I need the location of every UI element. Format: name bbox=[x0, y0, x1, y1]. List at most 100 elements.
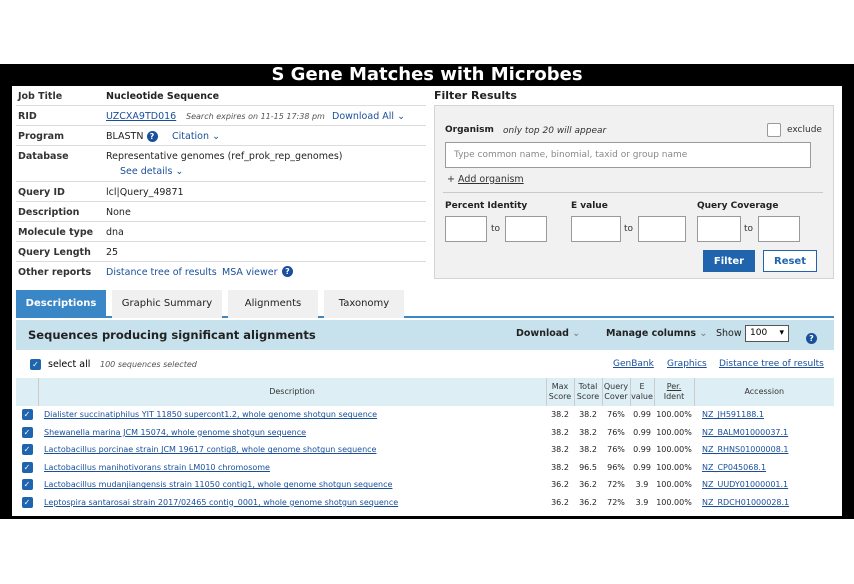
tab-alignments[interactable]: Alignments bbox=[228, 290, 318, 318]
manage-columns-menu[interactable]: Manage columns ⌄ bbox=[606, 328, 707, 339]
help-icon[interactable]: ? bbox=[146, 131, 158, 142]
row-per-ident-cell: 100.00% bbox=[654, 406, 694, 424]
header-e-value-line1: E bbox=[639, 382, 645, 391]
results-table: Description Max Score Total Score Query Cov… bbox=[16, 378, 834, 511]
job-title-row: Job Title Nucleotide Sequence bbox=[16, 86, 426, 106]
row-accession-link-cell: NZ_UUDY01000001.1 bbox=[694, 476, 834, 494]
header-query-cover[interactable]: Query Cover bbox=[601, 378, 630, 406]
row-e-value: 0.99 bbox=[633, 427, 651, 437]
e-value-min-input[interactable] bbox=[571, 216, 621, 242]
row-checkbox[interactable]: ✓ bbox=[21, 409, 33, 421]
citation-link[interactable]: Citation ⌄ bbox=[172, 131, 220, 142]
tab-descriptions[interactable]: Descriptions bbox=[16, 290, 106, 318]
other-reports-label: Other reports bbox=[18, 267, 92, 278]
row-checkbox[interactable]: ✓ bbox=[21, 426, 33, 438]
row-query-cover-cell: 76% bbox=[602, 441, 630, 459]
molecule-type-row: Molecule type dna bbox=[16, 222, 426, 242]
percent-identity-min-input[interactable] bbox=[445, 216, 487, 242]
header-total-score[interactable]: Total Score bbox=[573, 378, 602, 406]
row-max-score: 38.2 bbox=[551, 445, 569, 455]
description-row: Description None bbox=[16, 202, 426, 222]
e-value-max-input[interactable] bbox=[638, 216, 686, 242]
row-description-link[interactable]: Shewanella marina JCM 15074, whole genom… bbox=[44, 428, 306, 437]
row-checkbox[interactable]: ✓ bbox=[21, 444, 33, 456]
reset-button[interactable]: Reset bbox=[763, 250, 817, 272]
filter-button[interactable]: Filter bbox=[703, 250, 755, 272]
distance-tree-link[interactable]: Distance tree of results bbox=[719, 359, 824, 369]
query-length-row: Query Length 25 bbox=[16, 242, 426, 262]
percent-identity-max-input[interactable] bbox=[505, 216, 547, 242]
molecule-type-label: Molecule type bbox=[18, 227, 94, 238]
tab-taxonomy[interactable]: Taxonomy bbox=[324, 290, 404, 318]
job-info-panel: Job Title Nucleotide Sequence RID UZCXA9… bbox=[16, 86, 426, 282]
organism-note: only top 20 will appear bbox=[503, 126, 607, 136]
row-e-value: 0.99 bbox=[633, 462, 651, 472]
row-accession-link-cell: NZ_BALM01000037.1 bbox=[694, 424, 834, 442]
distance-tree-link[interactable]: Distance tree of results bbox=[106, 267, 217, 278]
row-e-value: 0.99 bbox=[633, 445, 651, 455]
header-description[interactable]: Description bbox=[37, 378, 546, 406]
row-e-value: 3.9 bbox=[635, 480, 649, 490]
table-row: ✓ Lactobacillus manihotivorans strain LM0… bbox=[16, 459, 834, 477]
row-accession-link[interactable]: NZ_CP045068.1 bbox=[702, 463, 766, 472]
row-total-score-cell: 38.2 bbox=[574, 406, 602, 424]
rid-label: RID bbox=[18, 111, 37, 122]
row-description-link-cell: Lactobacillus mudanjiangensis strain 110… bbox=[38, 476, 546, 494]
show-count-select[interactable]: 100 ▾ bbox=[745, 325, 789, 342]
row-max-score: 36.2 bbox=[551, 497, 569, 507]
rid-link[interactable]: UZCXA9TD016 bbox=[106, 111, 176, 122]
row-per-ident: 100.00% bbox=[656, 445, 692, 455]
query-coverage-min-input[interactable] bbox=[697, 216, 741, 242]
header-e-value[interactable]: Evalue bbox=[629, 378, 654, 406]
organism-input[interactable]: Type common name, binomial, taxid or gro… bbox=[445, 142, 811, 168]
row-description-link[interactable]: Leptospira santarosai strain 2017/02465 … bbox=[44, 498, 398, 507]
row-description-link[interactable]: Lactobacillus mudanjiangensis strain 110… bbox=[44, 480, 392, 489]
graphics-link[interactable]: Graphics bbox=[667, 359, 707, 369]
row-e-value-cell: 3.9 bbox=[630, 476, 654, 494]
screenshot-frame: S Gene Matches with Microbes Job Title N… bbox=[0, 64, 854, 519]
row-description-link[interactable]: Lactobacillus manihotivorans strain LM01… bbox=[44, 463, 270, 472]
row-accession-link[interactable]: NZ_RDCH01000028.1 bbox=[702, 498, 789, 507]
row-description-link[interactable]: Lactobacillus porcinae strain JCM 19617 … bbox=[44, 445, 376, 454]
table-header: Description Max Score Total Score Query Cov… bbox=[16, 378, 834, 406]
chevron-down-icon: ⌄ bbox=[699, 328, 708, 339]
row-accession-link[interactable]: NZ_BALM01000037.1 bbox=[702, 428, 788, 437]
row-checkbox[interactable]: ✓ bbox=[21, 496, 33, 508]
download-menu[interactable]: Download ⌄ bbox=[516, 328, 580, 339]
query-id-value: lcl|Query_49871 bbox=[106, 187, 184, 198]
help-icon[interactable]: ? bbox=[282, 266, 293, 277]
show-count-value: 100 bbox=[750, 328, 768, 338]
row-accession-link[interactable]: NZ_RHNS01000008.1 bbox=[702, 445, 788, 454]
row-e-value: 3.9 bbox=[635, 497, 649, 507]
add-organism-link[interactable]: + Add organism bbox=[447, 174, 524, 185]
header-max-score[interactable]: Max Score bbox=[545, 378, 574, 406]
row-total-score-cell: 36.2 bbox=[574, 494, 602, 512]
row-query-cover: 76% bbox=[607, 445, 625, 455]
help-icon[interactable]: ? bbox=[806, 328, 817, 347]
download-all-link[interactable]: Download All ⌄ bbox=[332, 111, 405, 122]
row-accession-link[interactable]: NZ_UUDY01000001.1 bbox=[702, 480, 788, 489]
results-header-bar: Sequences producing significant alignmen… bbox=[16, 320, 834, 350]
genbank-link[interactable]: GenBank bbox=[613, 359, 654, 369]
header-accession[interactable]: Accession bbox=[693, 378, 834, 406]
exclude-checkbox[interactable] bbox=[767, 123, 781, 137]
select-all-checkbox[interactable]: ✓ bbox=[30, 359, 41, 370]
row-max-score: 36.2 bbox=[551, 480, 569, 490]
citation-label: Citation bbox=[172, 131, 210, 142]
row-checkbox[interactable]: ✓ bbox=[21, 479, 33, 491]
msa-viewer-link[interactable]: MSA viewer bbox=[222, 267, 278, 278]
header-per-ident[interactable]: Per. Ident bbox=[653, 378, 694, 406]
row-total-score: 96.5 bbox=[579, 462, 597, 472]
row-description-link-cell: Lactobacillus manihotivorans strain LM01… bbox=[38, 459, 546, 477]
row-accession-link[interactable]: NZ_JH591188.1 bbox=[702, 410, 764, 419]
see-details-link[interactable]: See details ⌄ bbox=[120, 166, 183, 177]
row-description-link[interactable]: Dialister succinatiphilus YIT 11850 supe… bbox=[44, 410, 377, 419]
query-coverage-max-input[interactable] bbox=[758, 216, 800, 242]
row-total-score: 38.2 bbox=[579, 427, 597, 437]
row-checkbox[interactable]: ✓ bbox=[21, 461, 33, 473]
row-total-score-cell: 96.5 bbox=[574, 459, 602, 477]
row-max-score-cell: 36.2 bbox=[546, 476, 574, 494]
blast-results-page: Job Title Nucleotide Sequence RID UZCXA9… bbox=[12, 86, 842, 516]
tab-graphic-summary[interactable]: Graphic Summary bbox=[112, 290, 222, 318]
row-checkbox-cell: ✓ bbox=[16, 441, 38, 459]
